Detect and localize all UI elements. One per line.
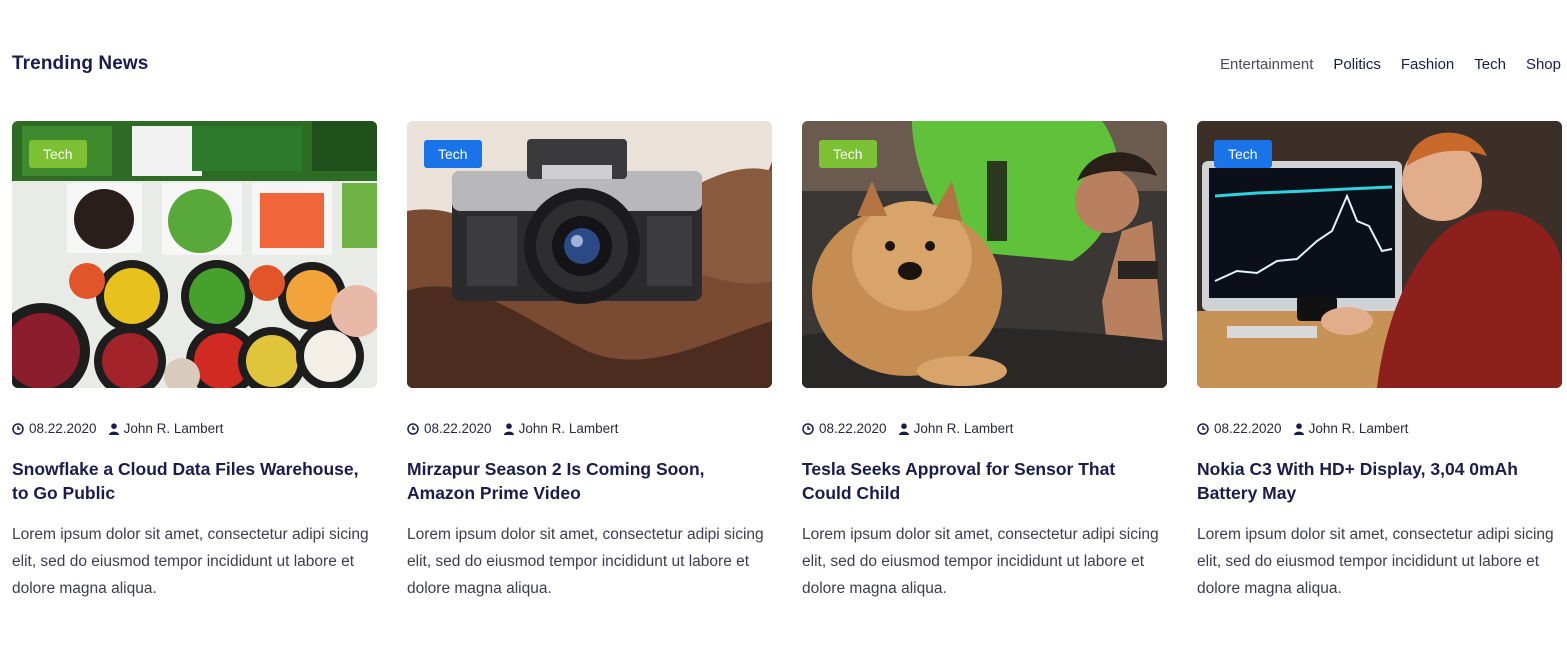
- nav-item-fashion[interactable]: Fashion: [1401, 56, 1454, 73]
- author-name: John R. Lambert: [123, 421, 224, 436]
- category-tag[interactable]: Tech: [424, 140, 482, 168]
- news-thumbnail-camera[interactable]: Tech: [407, 121, 772, 388]
- post-author[interactable]: John R. Lambert: [108, 421, 224, 436]
- news-headline[interactable]: Tesla Seeks Approval for Sensor That Cou…: [802, 457, 1167, 505]
- category-tag[interactable]: Tech: [819, 140, 877, 168]
- news-thumbnail-stock-chart[interactable]: Tech: [1197, 121, 1562, 388]
- category-tag[interactable]: Tech: [29, 140, 87, 168]
- date-text: 08.22.2020: [819, 421, 887, 436]
- date-text: 08.22.2020: [424, 421, 492, 436]
- nav-item-shop[interactable]: Shop: [1526, 56, 1561, 73]
- user-icon: [1293, 422, 1304, 435]
- news-card: Tech 08.22.2020 John R. Lambert Tesla Se…: [802, 121, 1167, 602]
- post-author[interactable]: John R. Lambert: [898, 421, 1014, 436]
- post-meta: 08.22.2020 John R. Lambert: [1197, 421, 1562, 436]
- post-date: 08.22.2020: [802, 421, 887, 436]
- date-text: 08.22.2020: [29, 421, 97, 436]
- author-name: John R. Lambert: [518, 421, 619, 436]
- date-text: 08.22.2020: [1214, 421, 1282, 436]
- category-tag[interactable]: Tech: [1214, 140, 1272, 168]
- section-title: Trending News: [12, 53, 149, 74]
- news-headline[interactable]: Mirzapur Season 2 Is Coming Soon, Amazon…: [407, 457, 772, 505]
- nav-item-tech[interactable]: Tech: [1474, 56, 1506, 73]
- nav-item-entertainment[interactable]: Entertainment: [1220, 56, 1313, 73]
- news-thumbnail-vegetables[interactable]: Tech: [12, 121, 377, 388]
- clock-icon: [12, 422, 24, 435]
- post-author[interactable]: John R. Lambert: [503, 421, 619, 436]
- news-card: Tech 08.22.2020 John R. Lambert Nokia C3…: [1197, 121, 1562, 602]
- news-thumbnail-dog[interactable]: Tech: [802, 121, 1167, 388]
- news-headline[interactable]: Nokia C3 With HD+ Display, 3,04 0mAh Bat…: [1197, 457, 1562, 505]
- post-date: 08.22.2020: [407, 421, 492, 436]
- user-icon: [108, 422, 119, 435]
- post-meta: 08.22.2020 John R. Lambert: [12, 421, 377, 436]
- user-icon: [898, 422, 909, 435]
- clock-icon: [407, 422, 419, 435]
- user-icon: [503, 422, 514, 435]
- author-name: John R. Lambert: [913, 421, 1014, 436]
- post-date: 08.22.2020: [12, 421, 97, 436]
- nav-item-politics[interactable]: Politics: [1333, 56, 1381, 73]
- post-author[interactable]: John R. Lambert: [1293, 421, 1409, 436]
- news-excerpt: Lorem ipsum dolor sit amet, consectetur …: [12, 526, 369, 597]
- category-nav: Entertainment Politics Fashion Tech Shop: [1220, 56, 1561, 73]
- news-excerpt: Lorem ipsum dolor sit amet, consectetur …: [802, 526, 1159, 597]
- post-meta: 08.22.2020 John R. Lambert: [407, 421, 772, 436]
- clock-icon: [802, 422, 814, 435]
- news-excerpt: Lorem ipsum dolor sit amet, consectetur …: [407, 526, 764, 597]
- clock-icon: [1197, 422, 1209, 435]
- news-headline[interactable]: Snowflake a Cloud Data Files Warehouse, …: [12, 457, 377, 505]
- news-excerpt: Lorem ipsum dolor sit amet, consectetur …: [1197, 526, 1554, 597]
- post-meta: 08.22.2020 John R. Lambert: [802, 421, 1167, 436]
- news-card: Tech 08.22.2020 John R. Lambert Snowflak…: [12, 121, 377, 602]
- author-name: John R. Lambert: [1308, 421, 1409, 436]
- post-date: 08.22.2020: [1197, 421, 1282, 436]
- news-card: Tech 08.22.2020 John R. Lambert Mirzapur…: [407, 121, 772, 602]
